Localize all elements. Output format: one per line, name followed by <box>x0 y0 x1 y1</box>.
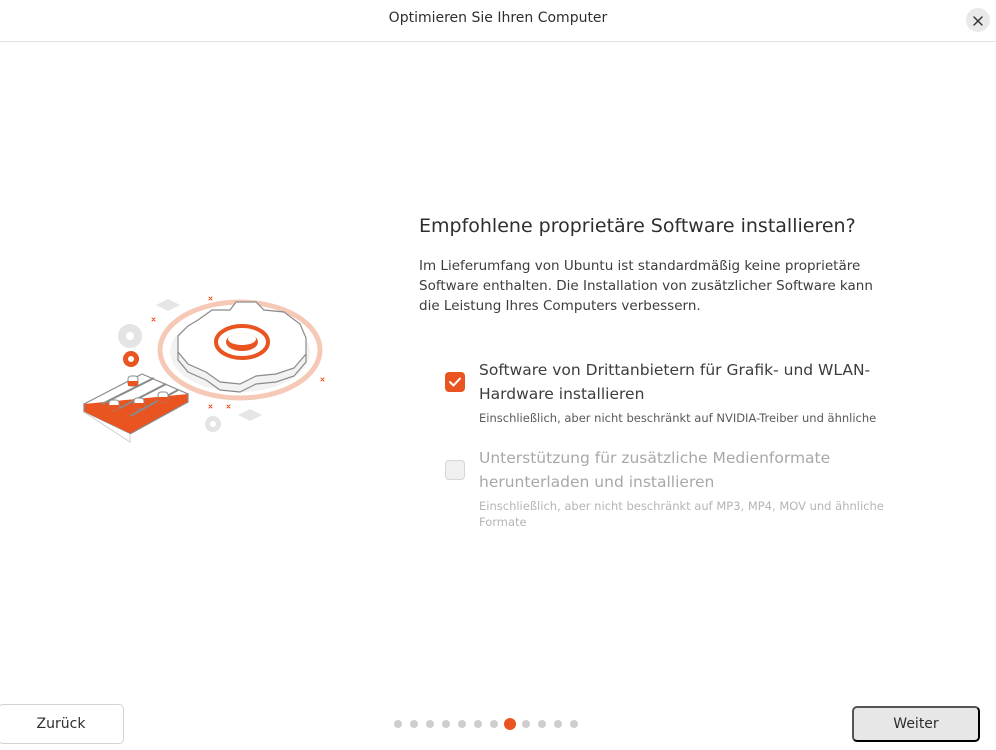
media-formats-sublabel: Einschließlich, aber nicht beschränkt au… <box>479 499 884 529</box>
gear-settings-illustration <box>80 292 330 454</box>
third-party-label[interactable]: Software von Drittanbietern für Grafik- … <box>479 358 889 406</box>
back-button[interactable]: Zurück <box>0 704 124 744</box>
media-formats-label: Unterstützung für zusätzliche Medienform… <box>479 449 831 491</box>
step-dot <box>426 720 434 728</box>
step-dot <box>474 720 482 728</box>
close-icon <box>973 11 983 30</box>
page-heading: Empfohlene proprietäre Software installi… <box>419 215 856 237</box>
step-dot <box>554 720 562 728</box>
step-dot <box>458 720 466 728</box>
close-button[interactable] <box>966 8 990 32</box>
step-dot-active <box>504 718 516 730</box>
step-dot <box>490 720 498 728</box>
step-dot <box>394 720 402 728</box>
step-dot <box>410 720 418 728</box>
option-text: Software von Drittanbietern für Grafik- … <box>479 358 889 426</box>
window-title: Optimieren Sie Ihren Computer <box>388 10 608 26</box>
step-dot <box>538 720 546 728</box>
title-bar: Optimieren Sie Ihren Computer <box>0 0 996 42</box>
step-dot <box>570 720 578 728</box>
next-button[interactable]: Weiter <box>852 706 980 742</box>
third-party-checkbox[interactable] <box>445 372 465 392</box>
step-dot <box>522 720 530 728</box>
checkmark-icon <box>448 373 462 392</box>
option-text: Unterstützung für zusätzliche Medienform… <box>479 446 889 530</box>
step-dot <box>442 720 450 728</box>
third-party-sublabel: Einschließlich, aber nicht beschränkt au… <box>479 411 877 425</box>
page-description: Im Lieferumfang von Ubuntu ist standardm… <box>419 258 873 314</box>
step-indicator <box>394 717 586 731</box>
main-content: Empfohlene proprietäre Software installi… <box>419 213 899 316</box>
media-formats-checkbox <box>445 460 465 480</box>
